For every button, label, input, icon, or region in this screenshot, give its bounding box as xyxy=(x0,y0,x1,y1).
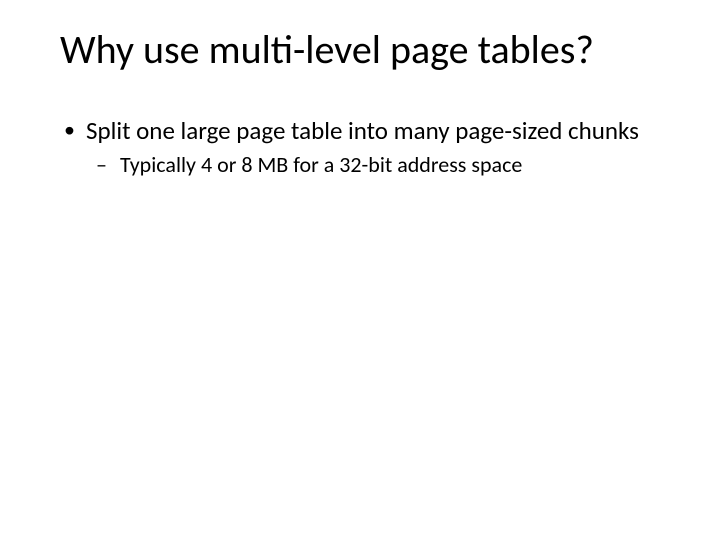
list-item: Typically 4 or 8 MB for a 32-bit address… xyxy=(90,152,660,178)
slide: Why use multi-level page tables? Split o… xyxy=(0,0,720,540)
slide-title: Why use multi-level page tables? xyxy=(60,28,680,72)
bullet-list: Split one large page table into many pag… xyxy=(60,116,660,178)
bullet-text: Split one large page table into many pag… xyxy=(86,115,639,146)
sub-bullet-text: Typically 4 or 8 MB for a 32-bit address… xyxy=(120,151,522,178)
slide-body: Split one large page table into many pag… xyxy=(60,116,660,188)
list-item: Split one large page table into many pag… xyxy=(60,116,660,178)
sub-bullet-list: Typically 4 or 8 MB for a 32-bit address… xyxy=(86,152,660,178)
